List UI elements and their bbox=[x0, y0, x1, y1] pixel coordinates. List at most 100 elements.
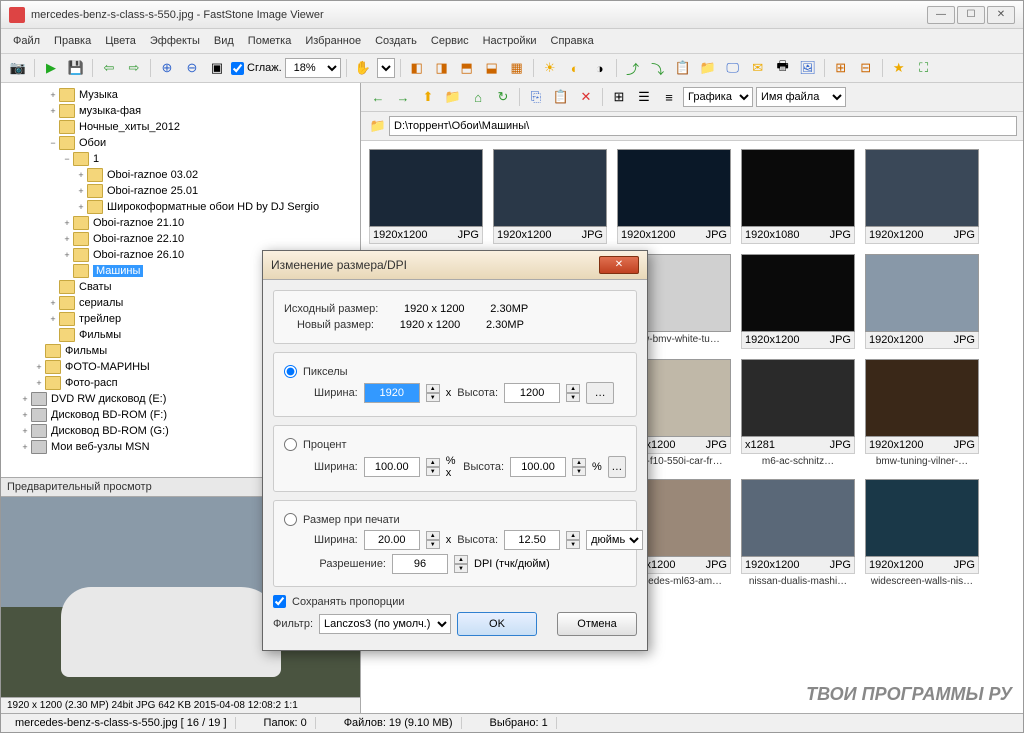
presets-button[interactable]: … bbox=[586, 382, 614, 404]
keep-ratio-checkbox[interactable] bbox=[273, 595, 286, 608]
thumbnail[interactable]: 1920x1200JPG bbox=[493, 149, 607, 244]
tree-item[interactable]: +Oboi-raznoe 25.01 bbox=[5, 183, 356, 199]
tree-item[interactable]: −1 bbox=[5, 151, 356, 167]
spin-up[interactable]: ▲ bbox=[454, 555, 468, 564]
back-icon[interactable]: ← bbox=[367, 86, 389, 108]
zoom-in-icon[interactable]: ⊕ bbox=[156, 57, 178, 79]
hand-icon[interactable]: ✋ bbox=[352, 57, 374, 79]
print-icon[interactable]: 🖶 bbox=[772, 57, 794, 79]
pixels-radio[interactable] bbox=[284, 365, 297, 378]
spin-down[interactable]: ▼ bbox=[572, 467, 586, 476]
zoom-select[interactable]: 18% bbox=[285, 58, 341, 78]
tree-item[interactable]: +музыка-фая bbox=[5, 103, 356, 119]
dpi-input[interactable] bbox=[392, 554, 448, 574]
contrast-icon[interactable]: ◐ bbox=[564, 57, 586, 79]
thumbnail[interactable]: 1920x1200JPG bbox=[865, 149, 979, 244]
thumbnail[interactable]: 1920x1200JPGwidescreen-walls-nis… bbox=[865, 479, 979, 589]
sort-select[interactable]: Графика bbox=[683, 87, 753, 107]
dialog-close-button[interactable]: ✕ bbox=[599, 256, 639, 274]
name-select[interactable]: Имя файла bbox=[756, 87, 846, 107]
maximize-button[interactable]: ☐ bbox=[957, 6, 985, 24]
menu-item[interactable]: Правка bbox=[48, 32, 97, 50]
mail-icon[interactable]: ✉ bbox=[747, 57, 769, 79]
view-icon[interactable]: ⊟ bbox=[855, 57, 877, 79]
menu-item[interactable]: Вид bbox=[208, 32, 240, 50]
tool-icon[interactable]: ⬓ bbox=[481, 57, 503, 79]
width-pct-input[interactable] bbox=[364, 457, 420, 477]
width-px-input[interactable] bbox=[364, 383, 420, 403]
home-icon[interactable]: ⌂ bbox=[467, 86, 489, 108]
spin-down[interactable]: ▼ bbox=[454, 564, 468, 573]
thumbnail[interactable]: 1920x1200JPGnissan-dualis-mashi… bbox=[741, 479, 855, 589]
spin-down[interactable]: ▼ bbox=[566, 393, 580, 402]
up-icon[interactable]: ⬆ bbox=[417, 86, 439, 108]
import-icon[interactable]: ⤵ bbox=[647, 57, 669, 79]
spin-up[interactable]: ▲ bbox=[572, 458, 586, 467]
folder-icon[interactable]: 📁 bbox=[697, 57, 719, 79]
thumbnail[interactable]: 1920x1200JPG bbox=[617, 149, 731, 244]
open-icon[interactable]: ▶ bbox=[40, 57, 62, 79]
spin-up[interactable]: ▲ bbox=[426, 531, 440, 540]
menu-item[interactable]: Цвета bbox=[99, 32, 142, 50]
spin-up[interactable]: ▲ bbox=[426, 458, 440, 467]
wallpaper-icon[interactable]: 🖼 bbox=[797, 57, 819, 79]
width-in-input[interactable] bbox=[364, 530, 420, 550]
tree-item[interactable]: +Oboi-raznoe 22.10 bbox=[5, 231, 356, 247]
menu-item[interactable]: Справка bbox=[545, 32, 600, 50]
fullscreen-icon[interactable]: ⛶ bbox=[913, 57, 935, 79]
tree-item[interactable]: +Музыка bbox=[5, 87, 356, 103]
tool-icon[interactable]: ▦ bbox=[506, 57, 528, 79]
favorite-icon[interactable]: ★ bbox=[888, 57, 910, 79]
menu-item[interactable]: Сервис bbox=[425, 32, 475, 50]
thumbnail[interactable]: 1920x1200JPG bbox=[369, 149, 483, 244]
hand-dropdown[interactable] bbox=[377, 58, 395, 78]
menu-item[interactable]: Пометка bbox=[242, 32, 298, 50]
tree-item[interactable]: +Широкоформатные обои HD by DJ Sergio bbox=[5, 199, 356, 215]
bw-icon[interactable]: ◑ bbox=[589, 57, 611, 79]
thumbnail[interactable]: 1920x1200JPGbmw-tuning-vilner-… bbox=[865, 359, 979, 469]
menu-item[interactable]: Эффекты bbox=[144, 32, 206, 50]
new-folder-icon[interactable]: 📁 bbox=[442, 86, 464, 108]
save-icon[interactable]: 💾 bbox=[65, 57, 87, 79]
menu-item[interactable]: Избранное bbox=[299, 32, 367, 50]
fit-icon[interactable]: ▣ bbox=[206, 57, 228, 79]
close-button[interactable]: ✕ bbox=[987, 6, 1015, 24]
paste-icon[interactable]: 📋 bbox=[550, 86, 572, 108]
spin-up[interactable]: ▲ bbox=[566, 384, 580, 393]
spin-down[interactable]: ▼ bbox=[426, 467, 440, 476]
spin-up[interactable]: ▲ bbox=[566, 531, 580, 540]
zoom-out-icon[interactable]: ⊖ bbox=[181, 57, 203, 79]
tree-item[interactable]: +Oboi-raznoe 21.10 bbox=[5, 215, 356, 231]
thumbnail[interactable]: x1281JPGm6-ac-schnitz… bbox=[741, 359, 855, 469]
tree-item[interactable]: −Обои bbox=[5, 135, 356, 151]
copy-icon[interactable]: ⎘ bbox=[525, 86, 547, 108]
thumbnail[interactable]: 1920x1080JPG bbox=[741, 149, 855, 244]
camera-icon[interactable]: 📷 bbox=[7, 57, 29, 79]
spin-down[interactable]: ▼ bbox=[426, 393, 440, 402]
thumbnail[interactable]: 1920x1200JPG bbox=[741, 254, 855, 349]
menu-item[interactable]: Настройки bbox=[477, 32, 543, 50]
list-icon[interactable]: ☰ bbox=[633, 86, 655, 108]
presets-button[interactable]: … bbox=[608, 456, 626, 478]
filter-select[interactable]: Lanczos3 (по умолч.) bbox=[319, 614, 451, 634]
tool-icon[interactable]: ◧ bbox=[406, 57, 428, 79]
thumbnail[interactable]: 1920x1200JPG bbox=[865, 254, 979, 349]
screen-icon[interactable]: 🖵 bbox=[722, 57, 744, 79]
units-select[interactable]: дюймь bbox=[586, 530, 643, 550]
spin-down[interactable]: ▼ bbox=[426, 540, 440, 549]
prev-icon[interactable]: ⇦ bbox=[98, 57, 120, 79]
tree-item[interactable]: +Oboi-raznoe 03.02 bbox=[5, 167, 356, 183]
percent-radio[interactable] bbox=[284, 438, 297, 451]
path-input[interactable] bbox=[389, 116, 1017, 136]
height-px-input[interactable] bbox=[504, 383, 560, 403]
height-in-input[interactable] bbox=[504, 530, 560, 550]
cancel-button[interactable]: Отмена bbox=[557, 612, 637, 636]
tool-icon[interactable]: ◨ bbox=[431, 57, 453, 79]
clipboard-icon[interactable]: 📋 bbox=[672, 57, 694, 79]
dialog-titlebar[interactable]: Изменение размера/DPI ✕ bbox=[263, 251, 647, 280]
spin-down[interactable]: ▼ bbox=[566, 540, 580, 549]
smooth-checkbox[interactable] bbox=[231, 62, 244, 75]
forward-icon[interactable]: → bbox=[392, 86, 414, 108]
thumbs-icon[interactable]: ⊞ bbox=[608, 86, 630, 108]
print-radio[interactable] bbox=[284, 513, 297, 526]
